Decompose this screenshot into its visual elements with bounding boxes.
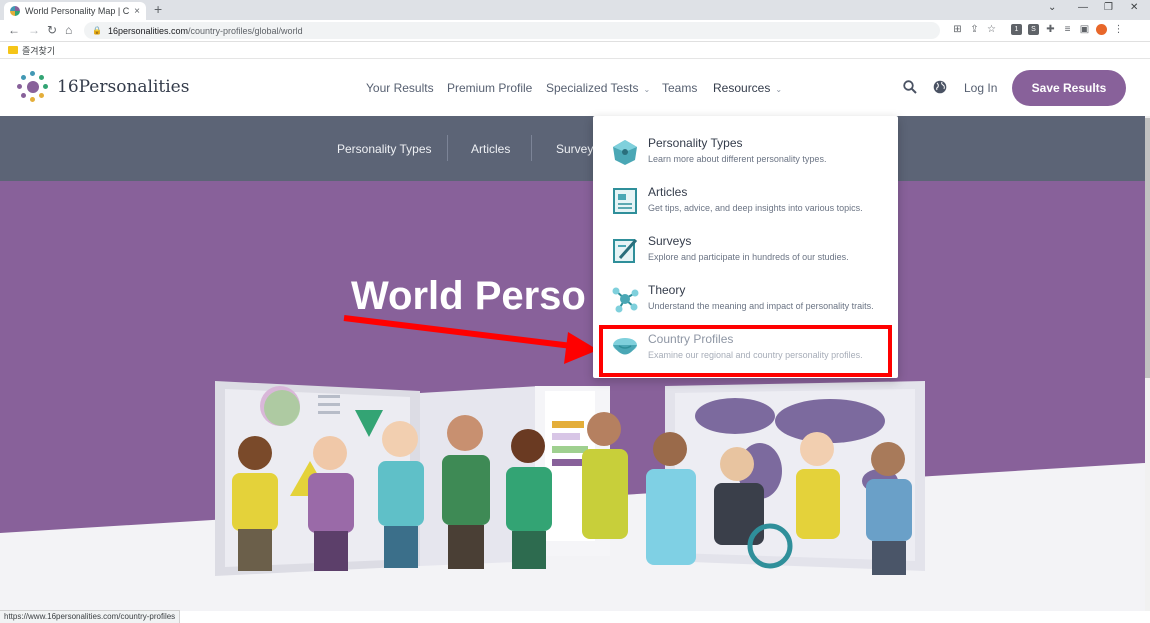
tab-search-icon[interactable]: ⌄	[1048, 2, 1056, 13]
site-logo[interactable]: 16Personalities	[17, 71, 189, 103]
save-results-button[interactable]: Save Results	[1012, 70, 1126, 106]
extension-s-icon[interactable]: S	[1028, 24, 1039, 35]
articles-icon	[613, 188, 637, 214]
dropdown-item-description: Get tips, advice, and deep insights into…	[648, 203, 863, 213]
new-tab-button[interactable]: +	[154, 1, 162, 17]
extension-icons: ⊞ ⇪ ☆ 1 S ✚ ≡ ▣ ⋮	[952, 24, 1124, 35]
surveys-icon	[613, 239, 638, 263]
globe-icon[interactable]	[933, 80, 947, 97]
theory-icon	[612, 287, 639, 313]
sub-navigation: Personality Types Articles Surveys	[0, 116, 1150, 181]
dropdown-item-title: Articles	[648, 185, 688, 199]
annotation-highlight-box	[599, 325, 892, 377]
subnav-personality-types[interactable]: Personality Types	[337, 142, 432, 156]
nav-premium-profile[interactable]: Premium Profile	[447, 81, 532, 95]
browser-tab-bar: World Personality Map | Countr × + ⌄ — ❐…	[0, 0, 1150, 20]
status-bar-url: https://www.16personalities.com/country-…	[0, 610, 181, 623]
forward-icon[interactable]: →	[28, 23, 40, 37]
restore-icon[interactable]: ❐	[1104, 2, 1113, 13]
dropdown-item-description: Explore and participate in hundreds of o…	[648, 252, 849, 262]
close-window-icon[interactable]: ✕	[1130, 2, 1138, 13]
hero-illustration	[0, 381, 1145, 611]
dropdown-item-theory[interactable]: Theory Understand the meaning and impact…	[607, 281, 887, 327]
hero-section: World Perso	[0, 181, 1145, 611]
home-icon[interactable]: ⌂	[65, 23, 72, 37]
logo-mark-icon	[17, 71, 49, 103]
personality-types-icon	[613, 140, 637, 165]
sidebar-icon[interactable]: ▣	[1079, 24, 1090, 35]
translate-icon[interactable]: ⊞	[952, 24, 963, 35]
subnav-divider	[447, 135, 448, 161]
dropdown-item-surveys[interactable]: Surveys Explore and participate in hundr…	[607, 232, 887, 278]
minimize-icon[interactable]: —	[1078, 2, 1088, 13]
browser-tab[interactable]: World Personality Map | Countr ×	[4, 2, 146, 20]
chevron-down-icon: ⌄	[643, 85, 651, 94]
subnav-articles[interactable]: Articles	[471, 142, 510, 156]
menu-icon[interactable]: ⋮	[1113, 24, 1124, 35]
login-link[interactable]: Log In	[964, 81, 997, 95]
dropdown-item-title: Personality Types	[648, 136, 743, 150]
nav-your-results[interactable]: Your Results	[366, 81, 434, 95]
tab-close-icon[interactable]: ×	[134, 6, 140, 17]
nav-resources[interactable]: Resources ⌄	[713, 81, 782, 95]
puzzle-icon[interactable]: ✚	[1045, 24, 1056, 35]
logo-text: 16Personalities	[57, 77, 190, 97]
star-icon[interactable]: ☆	[986, 24, 997, 35]
dropdown-item-description: Understand the meaning and impact of per…	[648, 301, 874, 311]
reading-list-icon[interactable]: ≡	[1062, 24, 1073, 35]
address-bar[interactable]: 🔒 16personalities.com/country-profiles/g…	[84, 22, 940, 39]
chevron-down-icon: ⌄	[775, 85, 783, 94]
lock-icon: 🔒	[92, 26, 102, 35]
dropdown-item-description: Learn more about different personality t…	[648, 154, 827, 164]
tab-title: World Personality Map | Countr	[25, 6, 130, 16]
address-url: 16personalities.com/country-profiles/glo…	[107, 25, 303, 36]
nav-specialized-tests[interactable]: Specialized Tests ⌄	[546, 81, 650, 95]
scrollbar-thumb[interactable]	[1145, 118, 1150, 378]
subnav-divider	[531, 135, 532, 161]
dropdown-item-personality-types[interactable]: Personality Types Learn more about diffe…	[607, 134, 887, 180]
bookmark-favorites[interactable]: 즐겨찾기	[22, 44, 55, 57]
dropdown-item-title: Theory	[648, 283, 686, 297]
bookmarks-bar: 즐겨찾기	[0, 42, 1150, 59]
extension-1-icon[interactable]: 1	[1011, 24, 1022, 35]
share-icon[interactable]: ⇪	[969, 24, 980, 35]
reload-icon[interactable]: ↻	[47, 23, 57, 37]
annotation-arrow	[343, 315, 598, 364]
dropdown-item-articles[interactable]: Articles Get tips, advice, and deep insi…	[607, 183, 887, 229]
site-header: 16Personalities Your Results Premium Pro…	[0, 59, 1150, 116]
browser-toolbar: ← → ↻ ⌂ 🔒 16personalities.com/country-pr…	[0, 20, 1150, 42]
nav-teams[interactable]: Teams	[662, 81, 697, 95]
folder-icon	[8, 46, 18, 54]
dropdown-item-title: Surveys	[648, 234, 692, 248]
back-icon[interactable]: ←	[8, 23, 20, 37]
profile-icon[interactable]	[1096, 24, 1107, 35]
favicon-icon	[10, 6, 20, 16]
search-icon[interactable]	[903, 80, 917, 97]
